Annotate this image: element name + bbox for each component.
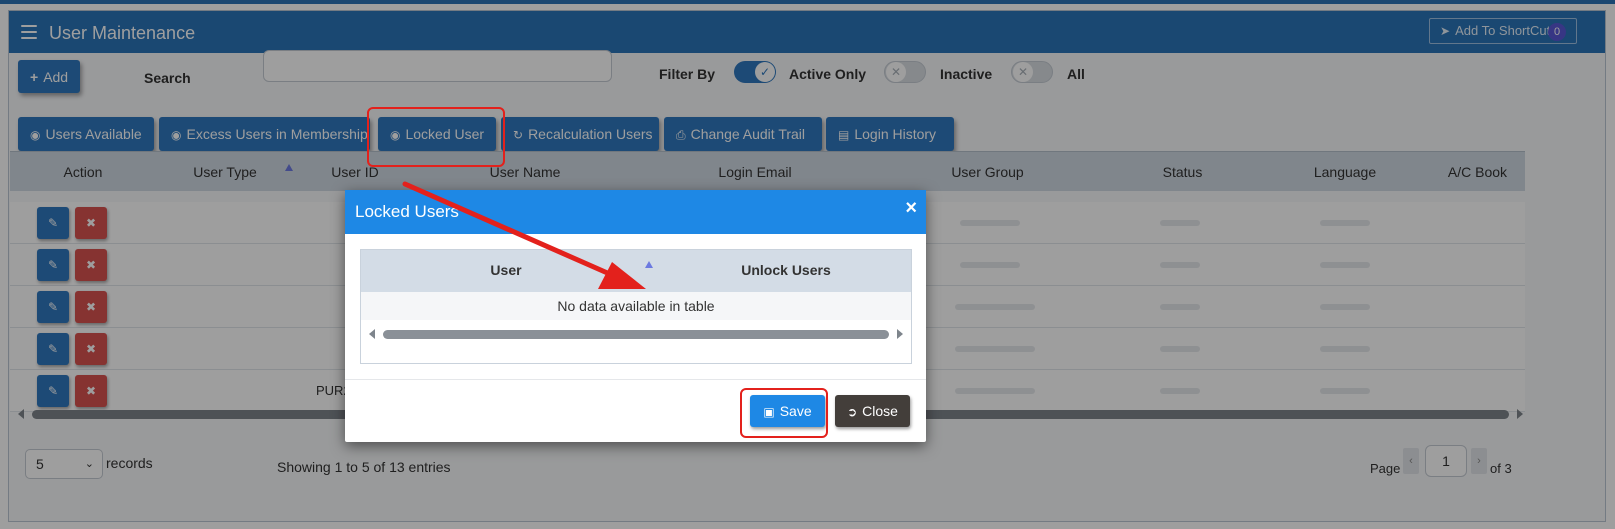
annotation-arrow — [402, 181, 646, 289]
